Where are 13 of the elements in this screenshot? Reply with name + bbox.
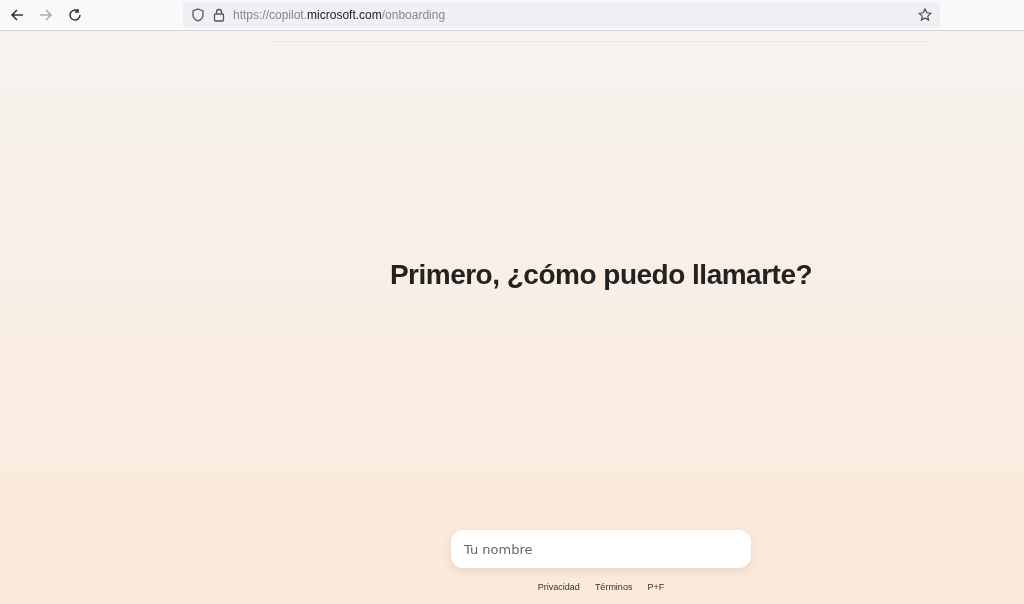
right-arrow-icon	[38, 8, 53, 22]
reload-icon	[67, 8, 82, 22]
page-heading: Primero, ¿cómo puedo llamarte?	[388, 259, 813, 291]
address-bar[interactable]: https://copilot.microsoft.com/onboarding	[183, 2, 940, 28]
shield-icon	[191, 8, 205, 22]
bookmark-star-icon[interactable]	[918, 8, 932, 22]
name-input-field[interactable]: Tu nombre	[451, 530, 751, 568]
url-text: https://copilot.microsoft.com/onboarding	[233, 8, 446, 22]
lock-icon	[213, 8, 225, 22]
footer-link[interactable]: P+F	[647, 582, 665, 592]
left-arrow-icon	[9, 8, 24, 22]
footer-link[interactable]: Términos	[594, 582, 633, 592]
footer-link[interactable]: Privacidad	[537, 582, 580, 592]
